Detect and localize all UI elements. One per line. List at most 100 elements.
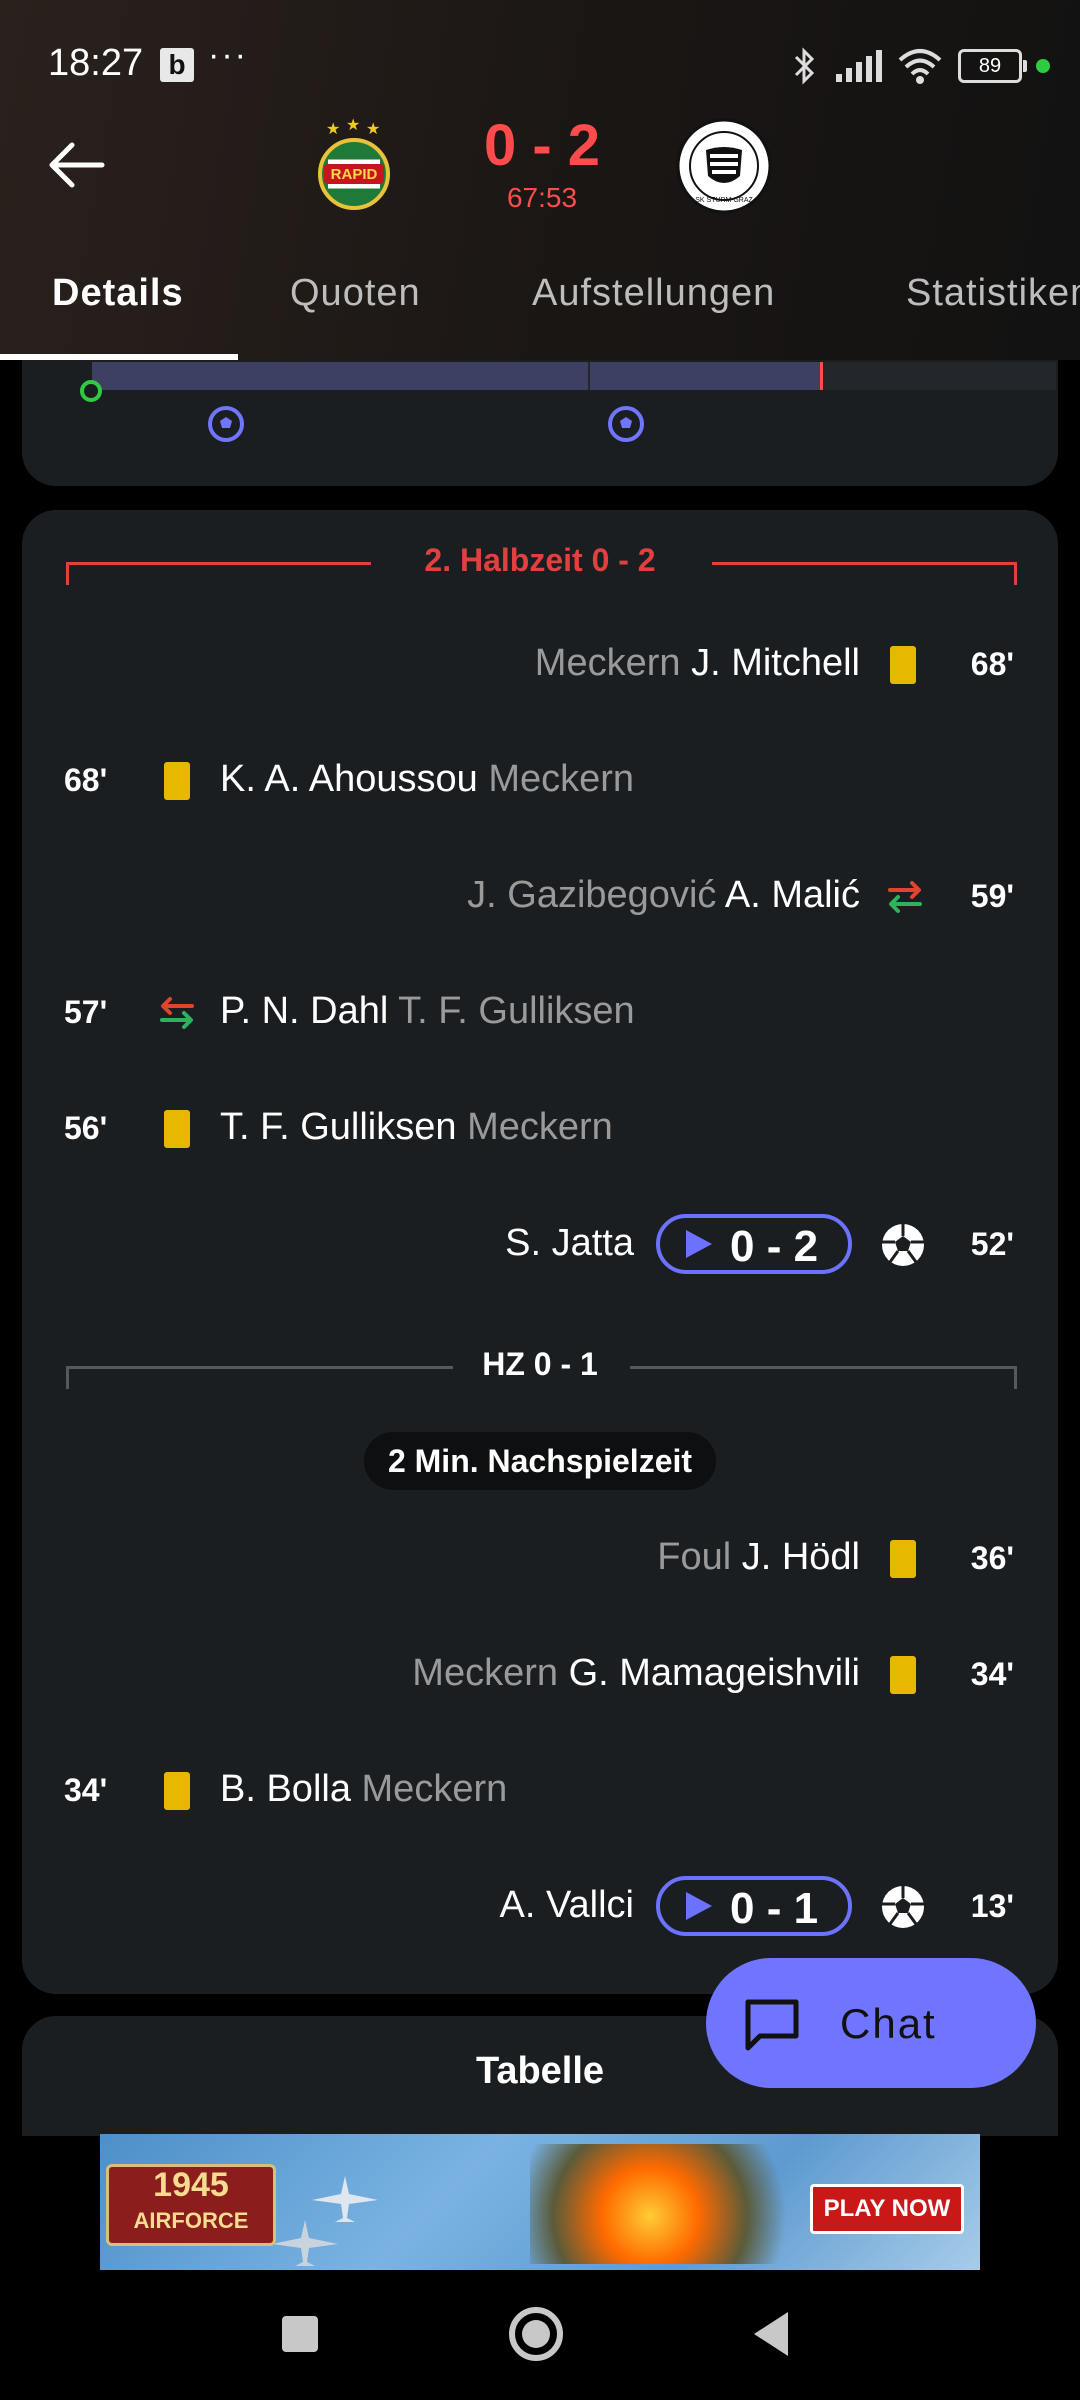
goal-video-button[interactable]: 0 - 1 [656,1876,852,1936]
yellow-card-icon [890,1540,916,1578]
svg-text:★: ★ [326,121,340,138]
back-icon[interactable] [740,2302,804,2366]
event-minute: 13' [970,1888,1014,1924]
event-minute: 68' [64,762,108,798]
play-icon [686,1892,712,1920]
timeline-goal-icon[interactable] [606,404,646,444]
match-events-card: 2. Halbzeit 0 - 2 Meckern J. Mitchell 68… [22,510,1058,1994]
ad-game-logo: 1945 AIRFORCE [106,2164,276,2246]
ad-logo-year: 1945 [153,2166,229,2204]
event-row[interactable]: Meckern G. Mamageishvili 34' [22,1644,1058,1704]
event-row[interactable]: Meckern J. Mitchell 68' [22,634,1058,694]
event-player-out: J. Gazibegović [467,874,717,916]
event-player-in: A. Malić [724,874,860,916]
tab-quoten[interactable]: Quoten [290,272,421,315]
back-arrow-icon[interactable] [42,130,112,200]
goal-score: 0 - 2 [730,1222,819,1271]
half-time-title: HZ 0 - 1 [482,1346,598,1382]
event-player: A. Vallci [499,1884,634,1926]
chat-button[interactable]: Chat [706,1958,1036,2088]
event-row[interactable]: J. Gazibegović A. Malić 59' [22,866,1058,926]
ad-play-now-button[interactable]: PLAY NOW [810,2184,964,2234]
event-row[interactable]: A. Vallci 0 - 1 13' [22,1876,1058,1936]
goal-video-button[interactable]: 0 - 2 [656,1214,852,1274]
event-player: J. Hödl [741,1536,860,1578]
timeline-current-marker [820,362,823,390]
ad-banner[interactable]: 1945 AIRFORCE PLAY NOW [100,2134,980,2270]
tab-bar: Details Quoten Aufstellungen Statistiken [0,262,1080,360]
tab-statistiken[interactable]: Statistiken [906,272,1080,315]
yellow-card-icon [890,1656,916,1694]
tab-details[interactable]: Details [52,272,184,315]
timeline-kickoff-marker [80,380,102,402]
home-team-crest[interactable]: ★ ★ ★ RAPID [306,118,402,214]
event-player-in: P. N. Dahl [220,990,389,1032]
substitution-icon [888,881,922,913]
event-player: J. Mitchell [691,642,860,684]
event-player: T. F. Gulliksen [220,1106,457,1148]
event-minute: 68' [970,646,1014,682]
event-detail: Meckern [534,642,681,684]
event-row[interactable]: S. Jatta 0 - 2 52' [22,1214,1058,1274]
event-player-out: T. F. Gulliksen [398,990,635,1032]
event-minute: 56' [64,1110,108,1146]
signal-icon [836,50,882,82]
away-team-crest[interactable]: SK STURM GRAZ [676,118,772,214]
home-icon[interactable] [504,2302,568,2366]
yellow-card-icon [164,1110,190,1148]
substitution-icon [160,997,194,1029]
event-minute: 52' [970,1226,1014,1262]
ad-explosion-graphic [530,2144,830,2264]
stoppage-time-badge: 2 Min. Nachspielzeit [364,1432,716,1490]
event-row[interactable]: 68' K. A. Ahoussou Meckern [22,750,1058,810]
battery-icon: 89 [958,49,1027,83]
timeline-second-half-fill [590,362,822,390]
play-icon [686,1230,712,1258]
event-detail: Meckern [488,758,635,800]
wifi-icon [898,49,942,84]
football-icon [882,1224,924,1266]
match-header: 18:27 b ··· 89 ★ ★ ★ RAPID 0 - 2 67:53 S… [0,0,1080,360]
event-row[interactable]: 56' T. F. Gulliksen Meckern [22,1098,1058,1158]
event-detail: Meckern [361,1768,508,1810]
match-score: 0 - 2 [483,113,601,178]
goal-score: 0 - 1 [730,1884,819,1933]
system-navigation-bar [0,2270,1080,2400]
event-player: K. A. Ahoussou [220,758,478,800]
event-minute: 36' [970,1540,1014,1576]
timeline-goal-icon[interactable] [206,404,246,444]
notification-b-icon: b [160,48,194,82]
event-minute: 34' [970,1656,1014,1692]
status-time: 18:27 [48,42,144,84]
event-row[interactable]: 34' B. Bolla Meckern [22,1760,1058,1820]
plane-icon [312,2176,378,2222]
home-crest-text: RAPID [331,166,378,183]
event-minute: 59' [970,878,1014,914]
timeline-first-half-fill [92,362,588,390]
chat-bubble-icon [745,1999,799,2051]
match-clock: 67:53 [506,182,578,213]
event-detail: Foul [657,1536,732,1578]
event-player: G. Mamageishvili [568,1652,860,1694]
football-icon [882,1886,924,1928]
recent-apps-icon[interactable] [268,2302,332,2366]
ad-logo-name: AIRFORCE [133,2208,249,2233]
second-half-title: 2. Halbzeit 0 - 2 [424,542,656,578]
svg-text:★: ★ [346,118,360,134]
event-row[interactable]: Foul J. Hödl 36' [22,1528,1058,1588]
match-timeline-card [22,360,1058,486]
yellow-card-icon [164,1772,190,1810]
yellow-card-icon [164,762,190,800]
privacy-indicator-dot [1036,59,1050,73]
tab-aufstellungen[interactable]: Aufstellungen [532,272,775,315]
event-detail: Meckern [467,1106,613,1148]
yellow-card-icon [890,646,916,684]
chat-label: Chat [840,2000,937,2047]
event-row[interactable]: 57' P. N. Dahl T. F. Gulliksen [22,982,1058,1042]
event-detail: Meckern [412,1652,559,1694]
away-crest-text: SK STURM GRAZ [695,197,753,204]
event-player: B. Bolla [220,1768,351,1810]
bluetooth-icon [794,47,815,85]
event-minute: 34' [64,1772,108,1808]
event-player: S. Jatta [505,1222,634,1264]
